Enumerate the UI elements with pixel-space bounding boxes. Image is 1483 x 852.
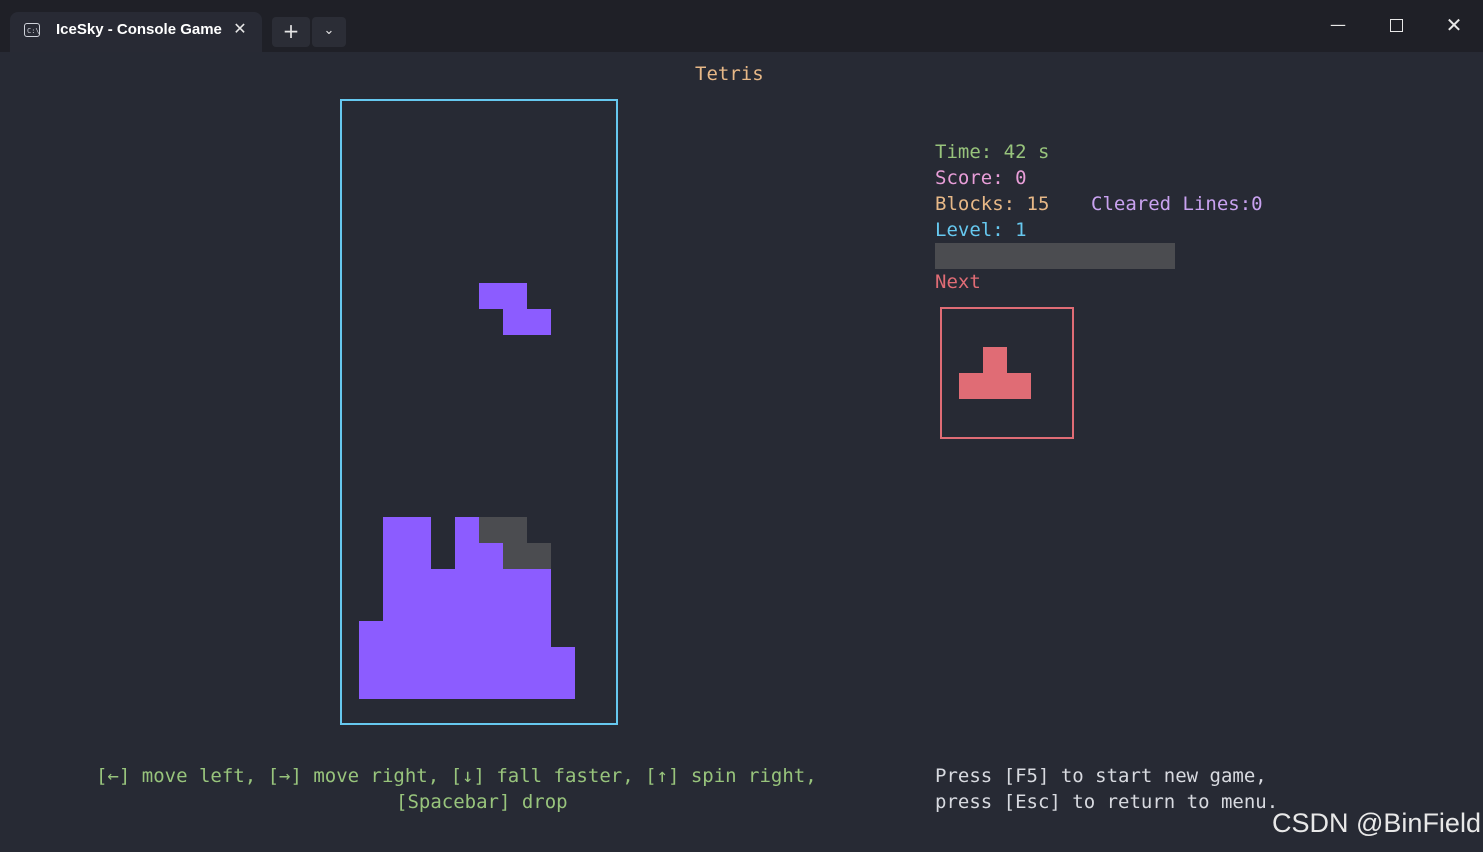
settled-block <box>479 569 503 595</box>
settled-block <box>551 647 575 673</box>
controls-help-line-2: [Spacebar] drop <box>396 791 568 813</box>
falling-piece-block <box>503 283 527 309</box>
settled-block <box>407 595 431 621</box>
new-game-hint: Press [F5] to start new game, <box>935 765 1267 787</box>
falling-piece-block <box>527 309 551 335</box>
settled-block <box>359 621 383 647</box>
settled-block <box>455 569 479 595</box>
controls-help-line-1: [←] move left, [→] move right, [↓] fall … <box>96 765 817 787</box>
watermark: CSDN @BinField <box>1272 808 1481 838</box>
settled-block <box>455 543 479 569</box>
cleared-lines-display: Cleared Lines:0 <box>1091 193 1263 215</box>
next-label: Next <box>935 271 981 293</box>
settled-block <box>383 595 407 621</box>
tab-close-button[interactable]: ✕ <box>230 18 250 40</box>
settled-block <box>503 595 527 621</box>
minimize-button[interactable]: — <box>1309 0 1367 50</box>
settled-block <box>407 569 431 595</box>
settled-block <box>359 673 383 699</box>
settled-block <box>479 543 503 569</box>
settled-block <box>431 673 455 699</box>
settled-block <box>527 569 551 595</box>
level-display: Level: 1 <box>935 219 1027 241</box>
settled-block <box>383 647 407 673</box>
settled-block <box>527 621 551 647</box>
settled-block <box>431 569 455 595</box>
settled-block <box>407 517 431 543</box>
level-progress-bar <box>935 243 1175 269</box>
settled-block <box>383 621 407 647</box>
maximize-button[interactable] <box>1367 0 1425 50</box>
settled-block <box>455 621 479 647</box>
settled-block <box>455 647 479 673</box>
settled-block <box>383 517 407 543</box>
settled-block <box>527 647 551 673</box>
settled-block <box>503 673 527 699</box>
settled-block <box>527 595 551 621</box>
settled-block <box>383 569 407 595</box>
tetris-board <box>340 99 618 725</box>
tab-console-game[interactable]: C:\ IceSky - Console Game ✕ <box>10 12 262 52</box>
settled-block <box>455 673 479 699</box>
settled-block <box>479 647 503 673</box>
new-tab-button[interactable]: + <box>272 17 310 47</box>
score-display: Score: 0 <box>935 167 1027 189</box>
settled-block <box>383 673 407 699</box>
game-title: Tetris <box>695 63 764 85</box>
settled-block <box>407 543 431 569</box>
settled-block <box>431 621 455 647</box>
settled-block <box>479 621 503 647</box>
settled-block <box>503 569 527 595</box>
chevron-down-icon[interactable]: ⌄ <box>312 17 346 47</box>
title-bar: C:\ IceSky - Console Game ✕ + ⌄ — ✕ <box>0 0 1483 52</box>
settled-block <box>455 595 479 621</box>
settled-block <box>455 517 479 543</box>
falling-piece-block <box>479 283 503 309</box>
falling-piece-block <box>503 309 527 335</box>
settled-block <box>431 595 455 621</box>
blocks-display: Blocks: 15 <box>935 193 1050 215</box>
settled-block <box>479 673 503 699</box>
ghost-block <box>527 543 551 569</box>
settled-block <box>383 543 407 569</box>
next-piece-block <box>1007 373 1031 399</box>
settled-block <box>551 673 575 699</box>
maximize-icon <box>1389 19 1403 32</box>
settled-block <box>527 673 551 699</box>
next-piece-block <box>959 373 983 399</box>
settled-block <box>407 647 431 673</box>
ghost-block <box>503 543 527 569</box>
ghost-block <box>503 517 527 543</box>
settled-block <box>359 647 383 673</box>
settled-block <box>407 673 431 699</box>
ghost-block <box>479 517 503 543</box>
next-piece-block <box>983 373 1007 399</box>
next-piece-preview <box>940 307 1074 439</box>
settled-block <box>479 595 503 621</box>
settled-block <box>407 621 431 647</box>
settled-block <box>503 621 527 647</box>
next-piece-block <box>983 347 1007 373</box>
time-display: Time: 42 s <box>935 141 1050 163</box>
menu-hint: press [Esc] to return to menu. <box>935 791 1279 813</box>
settled-block <box>431 647 455 673</box>
terminal-icon: C:\ <box>24 23 40 37</box>
settled-block <box>503 647 527 673</box>
close-window-button[interactable]: ✕ <box>1425 0 1483 50</box>
tab-title: IceSky - Console Game <box>56 21 222 38</box>
